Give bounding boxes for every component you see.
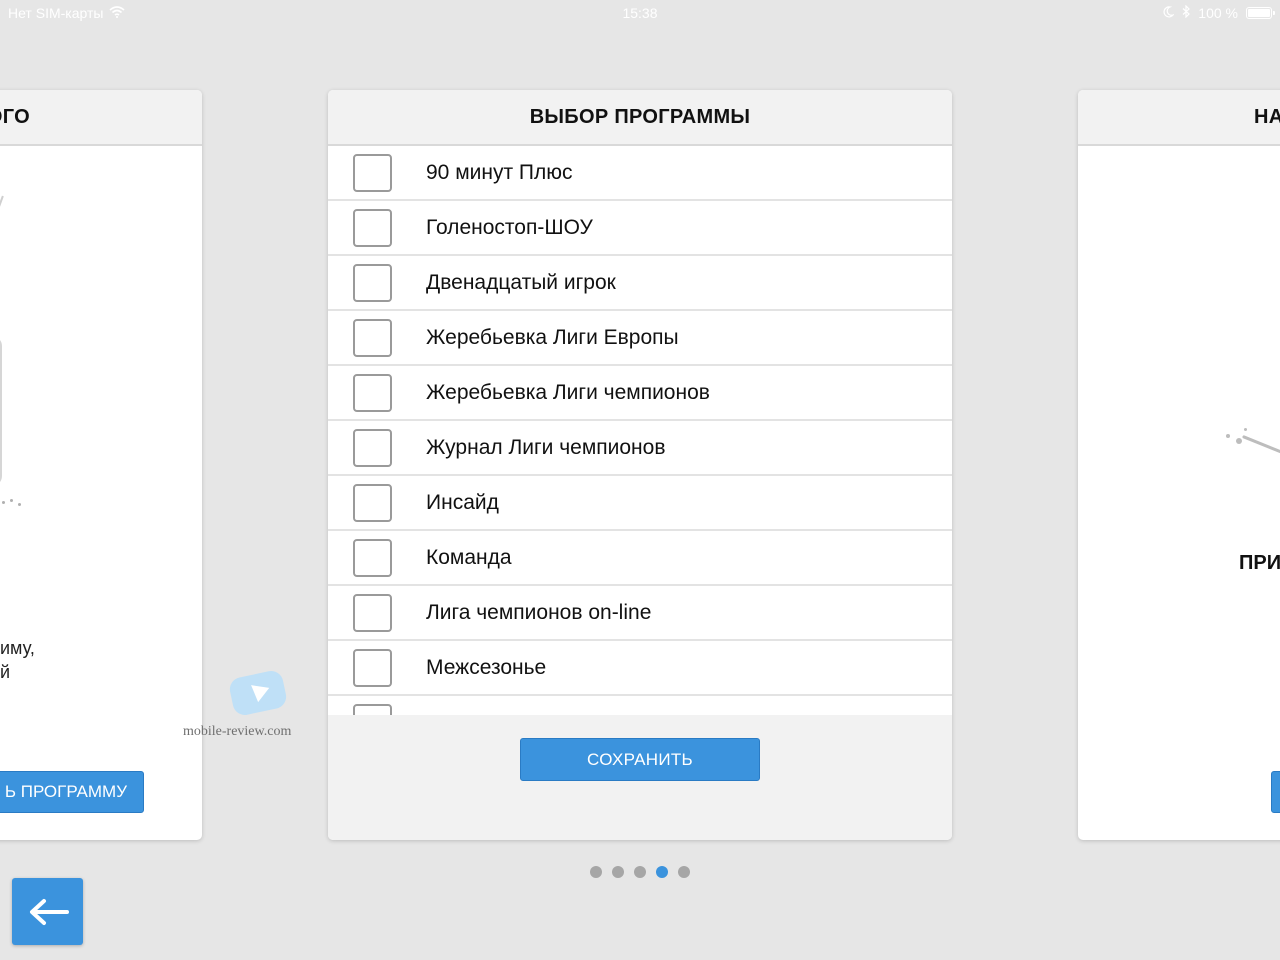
list-item[interactable]: Голеностоп-ШОУ bbox=[328, 201, 952, 256]
checkbox[interactable] bbox=[353, 593, 392, 632]
list-item-label: Инсайд bbox=[426, 490, 499, 514]
status-bar: Нет SIM-карты 15:38 100 % bbox=[0, 0, 1280, 26]
page-indicator bbox=[0, 866, 1280, 878]
previous-card-body: иму, й Ь ПРОГРАММУ bbox=[0, 146, 202, 840]
illustration-stroke bbox=[0, 336, 2, 486]
previous-card-button[interactable]: Ь ПРОГРАММУ bbox=[0, 771, 144, 813]
checkbox[interactable] bbox=[353, 703, 392, 715]
page-dot[interactable] bbox=[590, 866, 602, 878]
next-card-title: НА bbox=[1078, 90, 1280, 146]
previous-card-text: иму, й bbox=[0, 636, 35, 684]
battery-percent: 100 % bbox=[1198, 5, 1238, 21]
checkbox[interactable] bbox=[353, 263, 392, 302]
checkbox[interactable] bbox=[353, 483, 392, 522]
status-right: 100 % bbox=[1162, 4, 1275, 21]
list-item-label: Лига чемпионов on-line bbox=[426, 600, 652, 624]
list-item-label: Жеребьевка Лиги чемпионов bbox=[426, 380, 710, 404]
list-item[interactable]: Инсайд bbox=[328, 476, 952, 531]
list-item[interactable]: Двенадцатый игрок bbox=[328, 256, 952, 311]
arrow-left-icon bbox=[29, 898, 69, 925]
checkbox[interactable] bbox=[353, 538, 392, 577]
battery-icon bbox=[1246, 7, 1275, 19]
list-item[interactable]: Лига чемпионов on-line bbox=[328, 586, 952, 641]
illustration-splash bbox=[1226, 426, 1280, 476]
list-item[interactable]: Команда bbox=[328, 531, 952, 586]
card-title: ВЫБОР ПРОГРАММЫ bbox=[328, 90, 952, 146]
previous-card-text-line: й bbox=[0, 662, 11, 682]
app-screen: Нет SIM-карты 15:38 100 % ОГО bbox=[0, 0, 1280, 960]
program-list[interactable]: 90 минут Плюс Голеностоп-ШОУ Двенадцатый… bbox=[328, 146, 952, 715]
checkbox[interactable] bbox=[353, 153, 392, 192]
list-item[interactable]: 90 минут Плюс bbox=[328, 146, 952, 201]
list-item[interactable]: Жеребьевка Лиги Европы bbox=[328, 311, 952, 366]
illustration-stroke bbox=[0, 195, 8, 219]
list-item-label: Журнал Лиги чемпионов bbox=[426, 435, 666, 459]
previous-card-title: ОГО bbox=[0, 90, 202, 146]
list-item-label: Голеностоп-ШОУ bbox=[426, 215, 593, 239]
page-dot-active[interactable] bbox=[656, 866, 668, 878]
list-item[interactable]: Журнал Лиги чемпионов bbox=[328, 421, 952, 476]
status-time: 15:38 bbox=[622, 5, 658, 21]
page-dot[interactable] bbox=[678, 866, 690, 878]
list-item[interactable] bbox=[328, 696, 952, 715]
previous-card[interactable]: ОГО иму, й Ь ПРОГРАММУ bbox=[0, 90, 202, 840]
list-item-label: Команда bbox=[426, 545, 512, 569]
checkbox[interactable] bbox=[353, 648, 392, 687]
watermark-logo-icon bbox=[227, 668, 289, 718]
list-item-label: Жеребьевка Лиги Европы bbox=[426, 325, 679, 349]
list-item-label: Двенадцатый игрок bbox=[426, 270, 616, 294]
watermark-text: mobile-review.com bbox=[183, 724, 292, 739]
next-card-body: ПРИ bbox=[1078, 146, 1280, 840]
list-item-label: Межсезонье bbox=[426, 655, 547, 679]
checkbox[interactable] bbox=[353, 373, 392, 412]
page-dot[interactable] bbox=[612, 866, 624, 878]
page-dot[interactable] bbox=[634, 866, 646, 878]
previous-card-text-line: иму, bbox=[0, 638, 35, 658]
list-item[interactable]: Жеребьевка Лиги чемпионов bbox=[328, 366, 952, 421]
card-footer: СОХРАНИТЬ bbox=[328, 715, 952, 840]
list-item-label: 90 минут Плюс bbox=[426, 160, 573, 184]
moon-icon bbox=[1162, 5, 1176, 21]
next-card[interactable]: НА ПРИ bbox=[1078, 90, 1280, 840]
program-selection-card: ВЫБОР ПРОГРАММЫ 90 минут Плюс Голеностоп… bbox=[328, 90, 952, 840]
next-card-button[interactable] bbox=[1271, 771, 1280, 813]
save-button[interactable]: СОХРАНИТЬ bbox=[520, 738, 760, 781]
back-button[interactable] bbox=[12, 878, 83, 945]
illustration-dots bbox=[0, 491, 32, 511]
list-item[interactable]: Межсезонье bbox=[328, 641, 952, 696]
checkbox[interactable] bbox=[353, 428, 392, 467]
bluetooth-icon bbox=[1182, 4, 1191, 21]
checkbox[interactable] bbox=[353, 208, 392, 247]
next-card-heading: ПРИ bbox=[1239, 552, 1280, 574]
checkbox[interactable] bbox=[353, 318, 392, 357]
